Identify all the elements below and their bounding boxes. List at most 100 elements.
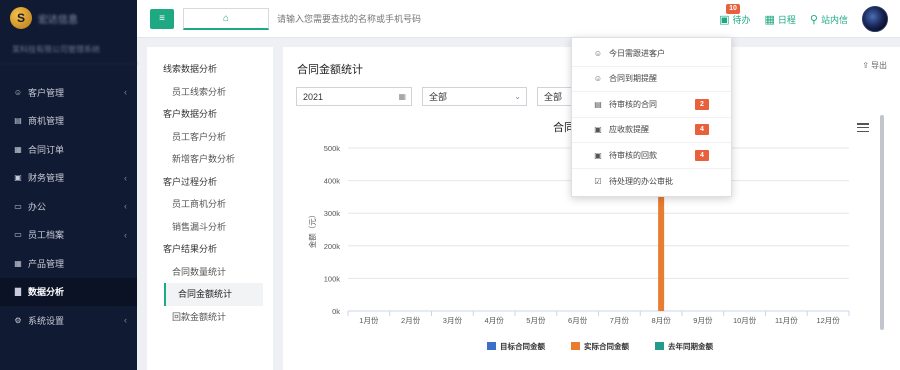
todo-item-label: 待处理的办公审批: [609, 176, 673, 186]
sidebar-item-5[interactable]: ▭ 员工档案 ‹: [0, 221, 137, 250]
money-icon: ▣: [594, 125, 602, 135]
avatar[interactable]: [862, 6, 888, 32]
todo-item-badge: 4: [695, 149, 709, 161]
todo-item[interactable]: ▣ 应收款提醒 4: [572, 118, 731, 143]
sidebar-item-label: 客户管理: [28, 87, 65, 98]
contract-icon: ▤: [594, 99, 602, 109]
subnav-item[interactable]: 员工线索分析: [147, 81, 273, 104]
todo-item-label: 待审核的回款: [609, 150, 657, 160]
gear-icon: ⚙: [14, 315, 22, 325]
subnav-group-title: 客户数据分析: [163, 109, 218, 119]
subnav-item[interactable]: 合同金额统计: [164, 283, 263, 306]
sidebar-item-6[interactable]: ▦ 产品管理: [0, 249, 137, 278]
export-label: 导出: [871, 61, 887, 70]
todo-badge: 10: [726, 3, 740, 14]
sidebar-item-3[interactable]: ▣ 财务管理 ‹: [0, 164, 137, 193]
finance-icon: ▣: [14, 173, 22, 183]
company-name: 某科技有限公司管理系统: [0, 36, 137, 64]
message-label: 站内信: [820, 14, 848, 25]
bar-chart-icon: ▇: [14, 287, 22, 297]
todo-icon: ▣: [719, 13, 730, 26]
todo-item[interactable]: ▤ 待审核的合同 2: [572, 92, 731, 118]
sidebar-item-label: 办公: [28, 201, 47, 212]
user-icon: ☺: [593, 74, 603, 84]
sidebar-item-4[interactable]: ▭ 办公 ‹: [0, 192, 137, 221]
subnav-item[interactable]: 回款金额统计: [147, 306, 273, 329]
sidebar-item-label: 系统设置: [28, 315, 65, 326]
home-icon: ⌂: [222, 12, 230, 24]
filter-select-1-value: 全部: [429, 92, 448, 102]
schedule-button[interactable]: ▦ 日程: [765, 13, 796, 26]
todo-dropdown: ☺ 今日需跟进客户 ☺ 合同到期提醒 ▤ 待审核的合同 2 ▣ 应收款提醒 4 ▣ 待审核的回款 4 ☑ 待…: [571, 37, 732, 197]
tab-home[interactable]: ⌂: [183, 7, 269, 30]
sidebar: S 宏达信息 某科技有限公司管理系统 ☺ 客户管理 ‹ ▤ 商机管理 ▦ 合同订单 ▣ 财务管理…: [0, 0, 137, 370]
todo-item[interactable]: ☺ 合同到期提醒: [572, 67, 731, 92]
hamburger-icon: ≡: [159, 13, 165, 24]
subnav-item[interactable]: 合同数量统计: [147, 261, 273, 284]
sidebar-item-label: 产品管理: [28, 258, 65, 269]
chevron-left-icon: ‹: [124, 201, 127, 212]
sidebar-item-8[interactable]: ⚙ 系统设置 ‹: [0, 306, 137, 335]
menu-toggle-button[interactable]: ≡: [150, 8, 174, 29]
todo-item-label: 待审核的合同: [609, 99, 657, 109]
chevron-left-icon: ‹: [124, 229, 127, 240]
logo-icon: S: [10, 7, 32, 29]
todo-item[interactable]: ☺ 今日需跟进客户: [572, 41, 731, 67]
logo: S 宏达信息: [0, 0, 137, 36]
logo-text: 宏达信息: [38, 14, 78, 26]
subnav-group-title: 线索数据分析: [163, 64, 218, 74]
sidebar-item-label: 合同订单: [28, 144, 65, 155]
sidebar-item-label: 商机管理: [28, 116, 65, 127]
calendar-icon: ▦: [398, 92, 406, 101]
analysis-subnav: 线索数据分析员工线索分析客户数据分析员工客户分析 新增客户数分析客户过程分析员工商…: [147, 47, 273, 370]
document-icon: ▦: [14, 144, 22, 154]
year-picker[interactable]: 2021 ▦: [296, 87, 412, 106]
sidebar-menu: ☺ 客户管理 ‹ ▤ 商机管理 ▦ 合同订单 ▣ 财务管理 ‹ ▭ 办公 ‹ ▭ 员工档案 ‹ ▦ 产品管理 ▇ 数据…: [0, 78, 137, 335]
todo-item-label: 今日需跟进客户: [609, 48, 665, 58]
sidebar-item-1[interactable]: ▤ 商机管理: [0, 107, 137, 136]
chevron-down-icon: ⌄: [514, 92, 521, 101]
todo-item[interactable]: ▣ 待审核的回款 4: [572, 143, 731, 169]
user-icon: ☺: [593, 48, 603, 58]
filter-select-1[interactable]: 全部 ⌄: [422, 87, 527, 106]
schedule-label: 日程: [777, 14, 796, 25]
chart-menu-icon[interactable]: [857, 123, 869, 133]
sidebar-item-2[interactable]: ▦ 合同订单: [0, 135, 137, 164]
chart-scrollbar[interactable]: [880, 115, 884, 330]
todo-item[interactable]: ☑ 待处理的办公审批: [572, 169, 731, 195]
monitor-icon: ▭: [14, 201, 22, 211]
sidebar-item-label: 员工档案: [28, 230, 65, 241]
export-button[interactable]: ⇪ 导出: [862, 60, 887, 71]
todo-label: 待办: [732, 14, 751, 25]
desktop-icon: ▭: [14, 230, 22, 240]
sidebar-item-label: 数据分析: [28, 287, 65, 298]
subnav-item[interactable]: 销售漏斗分析: [147, 216, 273, 239]
page-title: 合同金额统计: [297, 64, 363, 76]
user-icon: ☺: [13, 87, 23, 97]
subnav-item[interactable]: 新增客户数分析: [147, 148, 273, 171]
todo-button[interactable]: ▣ 10 待办: [719, 3, 751, 26]
subnav-group-title: 客户结果分析: [163, 244, 218, 254]
year-value: 2021: [303, 91, 324, 102]
todo-item-badge: 2: [695, 98, 709, 110]
chevron-left-icon: ‹: [124, 315, 127, 326]
briefcase-icon: ▤: [14, 116, 22, 126]
sidebar-item-0[interactable]: ☺ 客户管理 ‹: [0, 78, 137, 107]
chevron-left-icon: ‹: [124, 87, 127, 98]
calendar-icon: ▦: [764, 13, 775, 26]
sidebar-item-7[interactable]: ▇ 数据分析: [0, 277, 137, 306]
check-icon: ☑: [594, 176, 602, 186]
subnav-item[interactable]: 员工客户分析: [147, 126, 273, 149]
export-icon: ⇪: [862, 61, 869, 70]
sidebar-item-label: 财务管理: [28, 173, 65, 184]
message-button[interactable]: ⚲ 站内信: [810, 13, 848, 26]
topbar-actions: ▣ 10 待办 ▦ 日程 ⚲ 站内信: [719, 0, 900, 38]
topbar: ≡ ⌂ ▣ 10 待办 ▦ 日程 ⚲ 站内信: [137, 0, 900, 38]
chevron-left-icon: ‹: [124, 172, 127, 183]
subnav-item[interactable]: 员工商机分析: [147, 193, 273, 216]
grid-icon: ▦: [14, 258, 22, 268]
search-input[interactable]: [277, 8, 537, 29]
money-icon: ▣: [594, 150, 602, 160]
subnav-group-title: 客户过程分析: [163, 176, 218, 187]
todo-item-label: 合同到期提醒: [609, 74, 657, 84]
